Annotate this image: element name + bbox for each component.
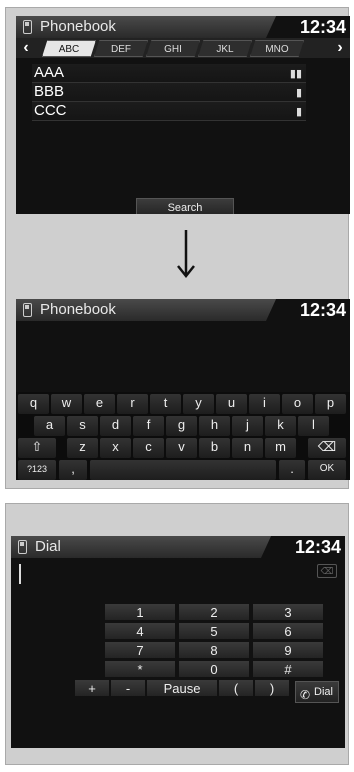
clock: 12:34	[266, 16, 350, 38]
phone-icon	[23, 303, 32, 317]
keyboard-row-1: q w e r t y u i o p	[16, 392, 350, 414]
key-k[interactable]: k	[265, 416, 296, 436]
key-a[interactable]: a	[34, 416, 65, 436]
dial-key-pause[interactable]: Pause	[147, 680, 217, 697]
key-z[interactable]: z	[67, 438, 98, 458]
phone-icon	[18, 540, 27, 554]
contact-name: BBB	[34, 83, 65, 100]
dial-key-star[interactable]: *	[105, 661, 175, 678]
contact-list: AAA ▮▮ BBB ▮ CCC ▮	[32, 64, 306, 121]
key-x[interactable]: x	[100, 438, 131, 458]
key-n[interactable]: n	[232, 438, 263, 458]
handset-icon: ✆	[300, 688, 311, 702]
comma-key[interactable]: ,	[59, 460, 87, 480]
symbols-mode-key[interactable]: ?123	[18, 460, 56, 480]
clock: 12:34	[261, 536, 345, 558]
keyboard-row-3: ⇧ z x c v b n m ⌫	[16, 436, 350, 458]
title-bar: Dial 12:34	[11, 536, 345, 558]
dial-button-label: Dial	[314, 686, 333, 698]
backspace-key-icon[interactable]: ⌫	[308, 438, 346, 458]
key-r[interactable]: r	[117, 394, 148, 414]
key-g[interactable]: g	[166, 416, 197, 436]
key-l[interactable]: l	[298, 416, 329, 436]
key-h[interactable]: h	[199, 416, 230, 436]
dial-key-hash[interactable]: #	[253, 661, 323, 678]
keyboard: q w e r t y u i o p a s d f g h j k l ⇧ …	[16, 392, 350, 480]
tab-abc[interactable]: ABC	[42, 40, 96, 57]
space-key[interactable]	[90, 460, 276, 480]
shift-key-icon[interactable]: ⇧	[18, 438, 56, 458]
key-m[interactable]: m	[265, 438, 296, 458]
keyboard-row-4: ?123 , . OK	[16, 458, 350, 480]
dial-input-caret[interactable]	[19, 564, 21, 584]
contact-name: CCC	[34, 102, 67, 119]
multi-phone-icon: ▮▮	[289, 68, 302, 80]
dial-key-9[interactable]: 9	[253, 642, 323, 659]
screen-title: Phonebook	[40, 18, 116, 35]
key-p[interactable]: p	[315, 394, 346, 414]
phone-icon: ▮	[295, 87, 302, 99]
dial-key-8[interactable]: 8	[179, 642, 249, 659]
key-b[interactable]: b	[199, 438, 230, 458]
dial-key-open-paren[interactable]: (	[219, 680, 253, 697]
alphabet-tabs: ‹ ABC DEF GHI JKL MNO ›	[16, 38, 350, 58]
phone-icon	[23, 20, 32, 34]
dial-key-2[interactable]: 2	[179, 604, 249, 621]
key-q[interactable]: q	[18, 394, 49, 414]
title-bar: Phonebook 12:34	[16, 299, 350, 321]
dial-key-1[interactable]: 1	[105, 604, 175, 621]
tab-def[interactable]: DEF	[94, 40, 148, 57]
clock: 12:34	[266, 299, 350, 321]
contact-row[interactable]: BBB ▮	[32, 83, 306, 102]
key-c[interactable]: c	[133, 438, 164, 458]
contact-row[interactable]: AAA ▮▮	[32, 64, 306, 83]
screen-title: Phonebook	[40, 301, 116, 318]
key-u[interactable]: u	[216, 394, 247, 414]
screen-title: Dial	[35, 538, 61, 555]
key-t[interactable]: t	[150, 394, 181, 414]
phonebook-search-screen: Phonebook 12:34 q w e r t y u i o p a s …	[16, 299, 350, 480]
phonebook-list-panel: Phonebook 12:34 ‹ ABC DEF GHI JKL MNO › …	[5, 7, 350, 489]
period-key[interactable]: .	[279, 460, 305, 480]
tab-jkl[interactable]: JKL	[198, 40, 252, 57]
tab-prev-arrow-icon[interactable]: ‹	[16, 38, 36, 58]
dial-key-minus[interactable]: -	[111, 680, 145, 697]
search-button[interactable]: Search	[136, 198, 234, 214]
key-w[interactable]: w	[51, 394, 82, 414]
key-y[interactable]: y	[183, 394, 214, 414]
key-i[interactable]: i	[249, 394, 280, 414]
key-s[interactable]: s	[67, 416, 98, 436]
dial-key-plus[interactable]: +	[75, 680, 109, 697]
key-e[interactable]: e	[84, 394, 115, 414]
tab-next-arrow-icon[interactable]: ›	[330, 38, 350, 58]
dial-button[interactable]: ✆ Dial	[295, 681, 339, 703]
arrow-down-icon	[177, 230, 195, 278]
contact-name: AAA	[34, 64, 65, 81]
dial-key-0[interactable]: 0	[179, 661, 249, 678]
ok-key[interactable]: OK	[308, 460, 346, 480]
key-v[interactable]: v	[166, 438, 197, 458]
tab-ghi[interactable]: GHI	[146, 40, 200, 57]
phone-icon: ▮	[295, 106, 302, 118]
dial-key-3[interactable]: 3	[253, 604, 323, 621]
dial-key-7[interactable]: 7	[105, 642, 175, 659]
key-f[interactable]: f	[133, 416, 164, 436]
key-j[interactable]: j	[232, 416, 263, 436]
contact-row[interactable]: CCC ▮	[32, 102, 306, 121]
tab-mno[interactable]: MNO	[250, 40, 304, 57]
dial-key-4[interactable]: 4	[105, 623, 175, 640]
dial-panel: Dial 12:34 ⌫ 1 2 3 4 5 6 7 8 9 * 0 # + -…	[5, 503, 349, 765]
keyboard-row-2: a s d f g h j k l	[16, 414, 350, 436]
dial-key-5[interactable]: 5	[179, 623, 249, 640]
phonebook-screen: Phonebook 12:34 ‹ ABC DEF GHI JKL MNO › …	[16, 16, 350, 214]
key-o[interactable]: o	[282, 394, 313, 414]
backspace-icon[interactable]: ⌫	[317, 564, 337, 578]
title-bar: Phonebook 12:34	[16, 16, 350, 38]
dial-key-close-paren[interactable]: )	[255, 680, 289, 697]
key-d[interactable]: d	[100, 416, 131, 436]
dial-screen: Dial 12:34 ⌫ 1 2 3 4 5 6 7 8 9 * 0 # + -…	[11, 536, 345, 748]
dial-key-6[interactable]: 6	[253, 623, 323, 640]
